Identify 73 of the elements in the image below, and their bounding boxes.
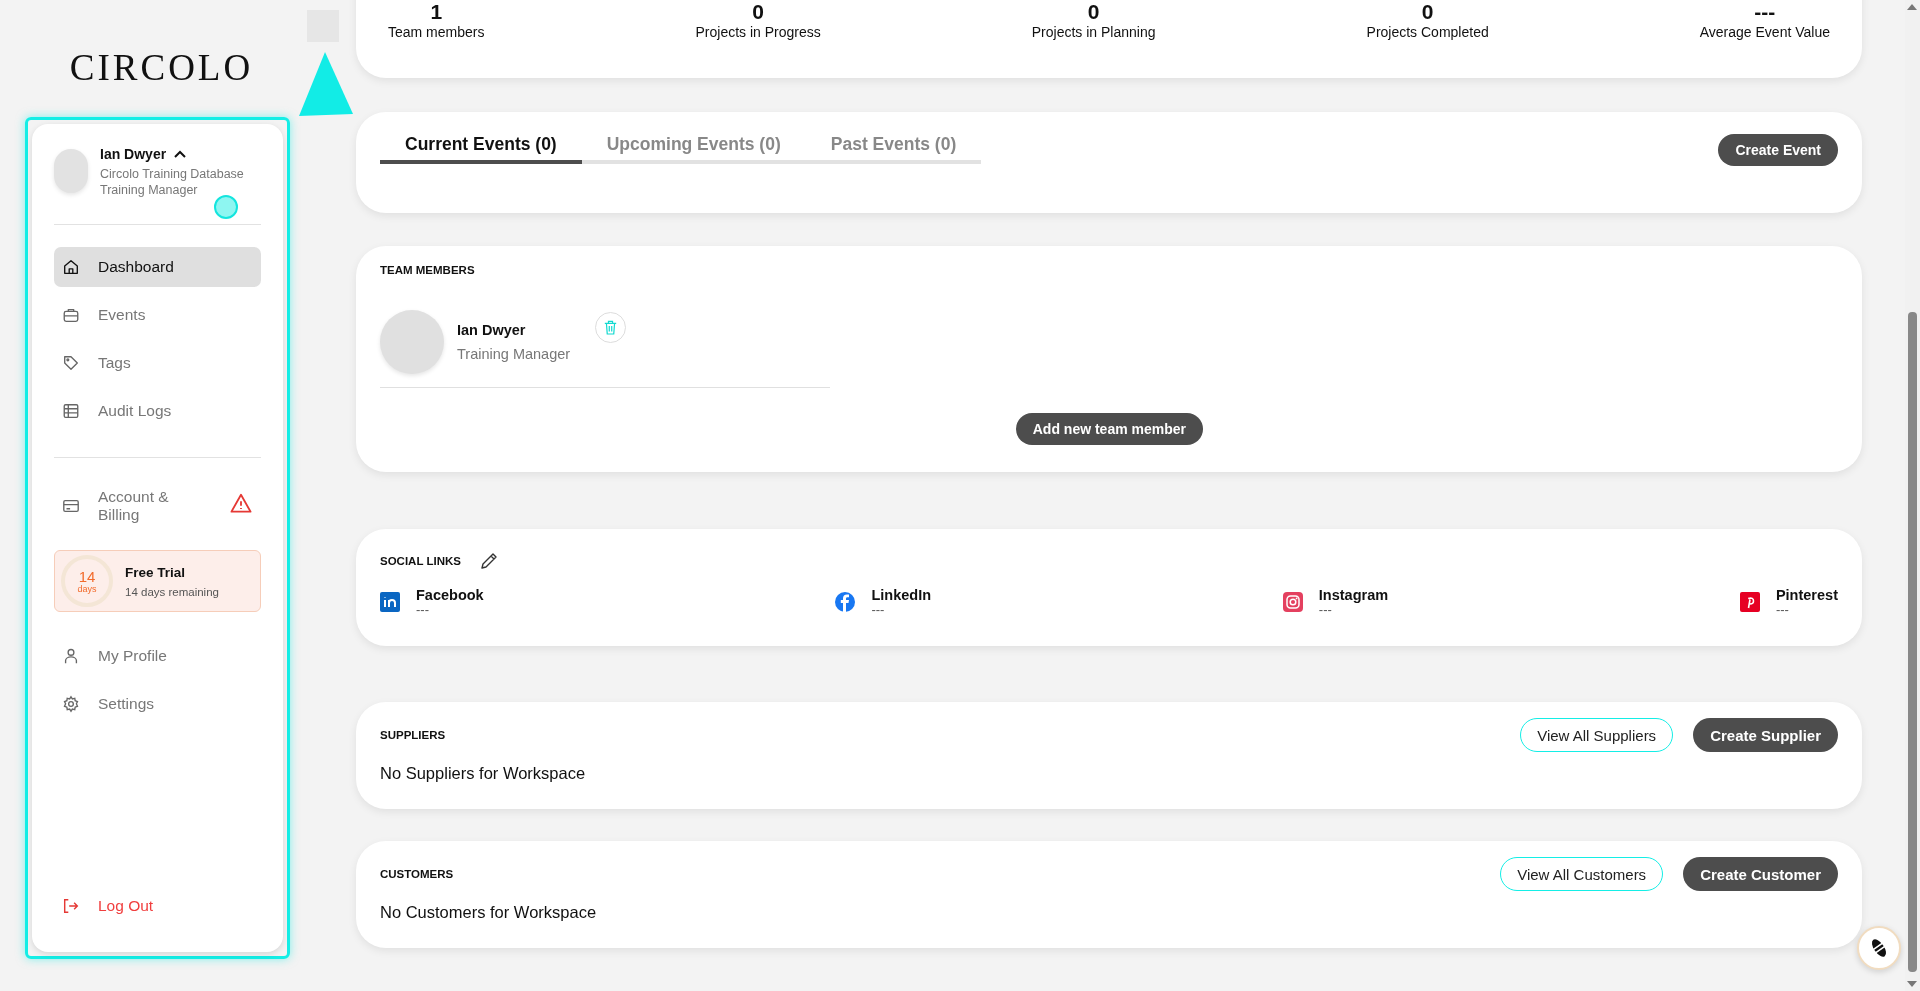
home-icon xyxy=(62,258,80,276)
social-name: LinkedIn xyxy=(871,587,932,603)
log-out-link[interactable]: Log Out xyxy=(54,886,261,926)
section-title: TEAM MEMBERS xyxy=(380,264,476,276)
person-icon xyxy=(62,647,80,665)
tab[interactable]: Upcoming Events (0) xyxy=(581,134,806,164)
stat-value: --- xyxy=(1753,0,1777,24)
stat-value: 0 xyxy=(1086,0,1101,24)
f-circle-icon[interactable] xyxy=(835,592,856,612)
user-name[interactable]: Ian Dwyer xyxy=(100,146,167,162)
user-role: Training Manager xyxy=(100,182,199,198)
social-name: Pinterest xyxy=(1775,587,1838,603)
nav-item[interactable]: Tags xyxy=(54,343,261,383)
create-event-button[interactable]: Create Event xyxy=(1718,134,1838,166)
social-value: --- xyxy=(1318,603,1332,617)
stat-label: Projects in Planning xyxy=(1031,24,1156,40)
add-team-member-button[interactable]: Add new team member xyxy=(1015,413,1203,445)
table-icon xyxy=(62,402,80,420)
stat-label: Average Event Value xyxy=(1699,24,1830,40)
nav-item[interactable]: Account & Billing xyxy=(54,486,220,526)
social-name: Instagram xyxy=(1318,587,1389,603)
stat-value: 0 xyxy=(751,0,765,24)
free-trial-card[interactable]: 14 days Free Trial 14 days remaining xyxy=(54,550,261,612)
tab[interactable]: Past Events (0) xyxy=(805,134,982,164)
view-all-button[interactable]: View All Customers xyxy=(1500,857,1664,891)
stat-value: 1 xyxy=(429,0,444,24)
nav-item[interactable]: Dashboard xyxy=(54,247,261,287)
section-title: CUSTOMERS xyxy=(380,868,454,880)
tag-icon xyxy=(62,354,80,372)
chevron-icon[interactable] xyxy=(174,150,187,158)
log-out-icon xyxy=(62,897,80,915)
circolo-logo[interactable]: CIRCOLO xyxy=(69,48,254,98)
nav-item[interactable]: Audit Logs xyxy=(54,391,261,431)
chat-button[interactable] xyxy=(1857,926,1901,970)
nav-item[interactable]: Events xyxy=(54,295,261,335)
pencil-icon[interactable] xyxy=(478,551,499,571)
in-square-icon[interactable] xyxy=(380,592,400,612)
tab[interactable]: Current Events (0) xyxy=(380,134,582,164)
section-title: SOCIAL LINKS xyxy=(380,555,461,567)
empty-message: No Customers for Workspace xyxy=(380,903,598,922)
nav-item[interactable]: Settings xyxy=(54,684,261,724)
stat-label: Projects in Progress xyxy=(695,24,821,40)
social-value: --- xyxy=(871,603,886,617)
member-role: Training Manager xyxy=(457,346,571,362)
avatar xyxy=(380,310,444,374)
create-button[interactable]: Create Supplier xyxy=(1693,718,1838,752)
trash-icon xyxy=(604,320,617,335)
nav-item[interactable]: My Profile xyxy=(54,636,261,676)
card-icon xyxy=(62,497,80,515)
stat-label: Projects Completed xyxy=(1366,24,1489,40)
gear-icon xyxy=(62,695,80,713)
days-unit: days xyxy=(77,583,97,594)
camera-icon[interactable] xyxy=(1282,592,1303,612)
avatar xyxy=(54,149,88,193)
social-value: --- xyxy=(416,603,430,617)
stat-label: Team members xyxy=(388,24,485,40)
pointer-arrow xyxy=(299,52,353,116)
trial-remaining: 14 days remaining xyxy=(125,585,219,598)
trial-title: Free Trial xyxy=(125,564,187,580)
social-value: --- xyxy=(1775,603,1790,617)
workspace-name: Circolo Training Database xyxy=(100,166,244,182)
briefcase-icon xyxy=(62,306,80,324)
view-all-button[interactable]: View All Suppliers xyxy=(1520,718,1674,752)
section-title: SUPPLIERS xyxy=(380,729,446,741)
social-name: Facebook xyxy=(416,587,484,603)
p-square-icon[interactable] xyxy=(1739,592,1760,612)
empty-message: No Suppliers for Workspace xyxy=(380,764,587,783)
scroll-down-icon[interactable] xyxy=(1907,981,1917,987)
member-name: Ian Dwyer xyxy=(457,322,527,338)
stat-value: 0 xyxy=(1420,0,1435,24)
days-count: 14 xyxy=(78,568,96,584)
create-button[interactable]: Create Customer xyxy=(1683,857,1838,891)
scroll-up-icon[interactable] xyxy=(1907,4,1917,10)
